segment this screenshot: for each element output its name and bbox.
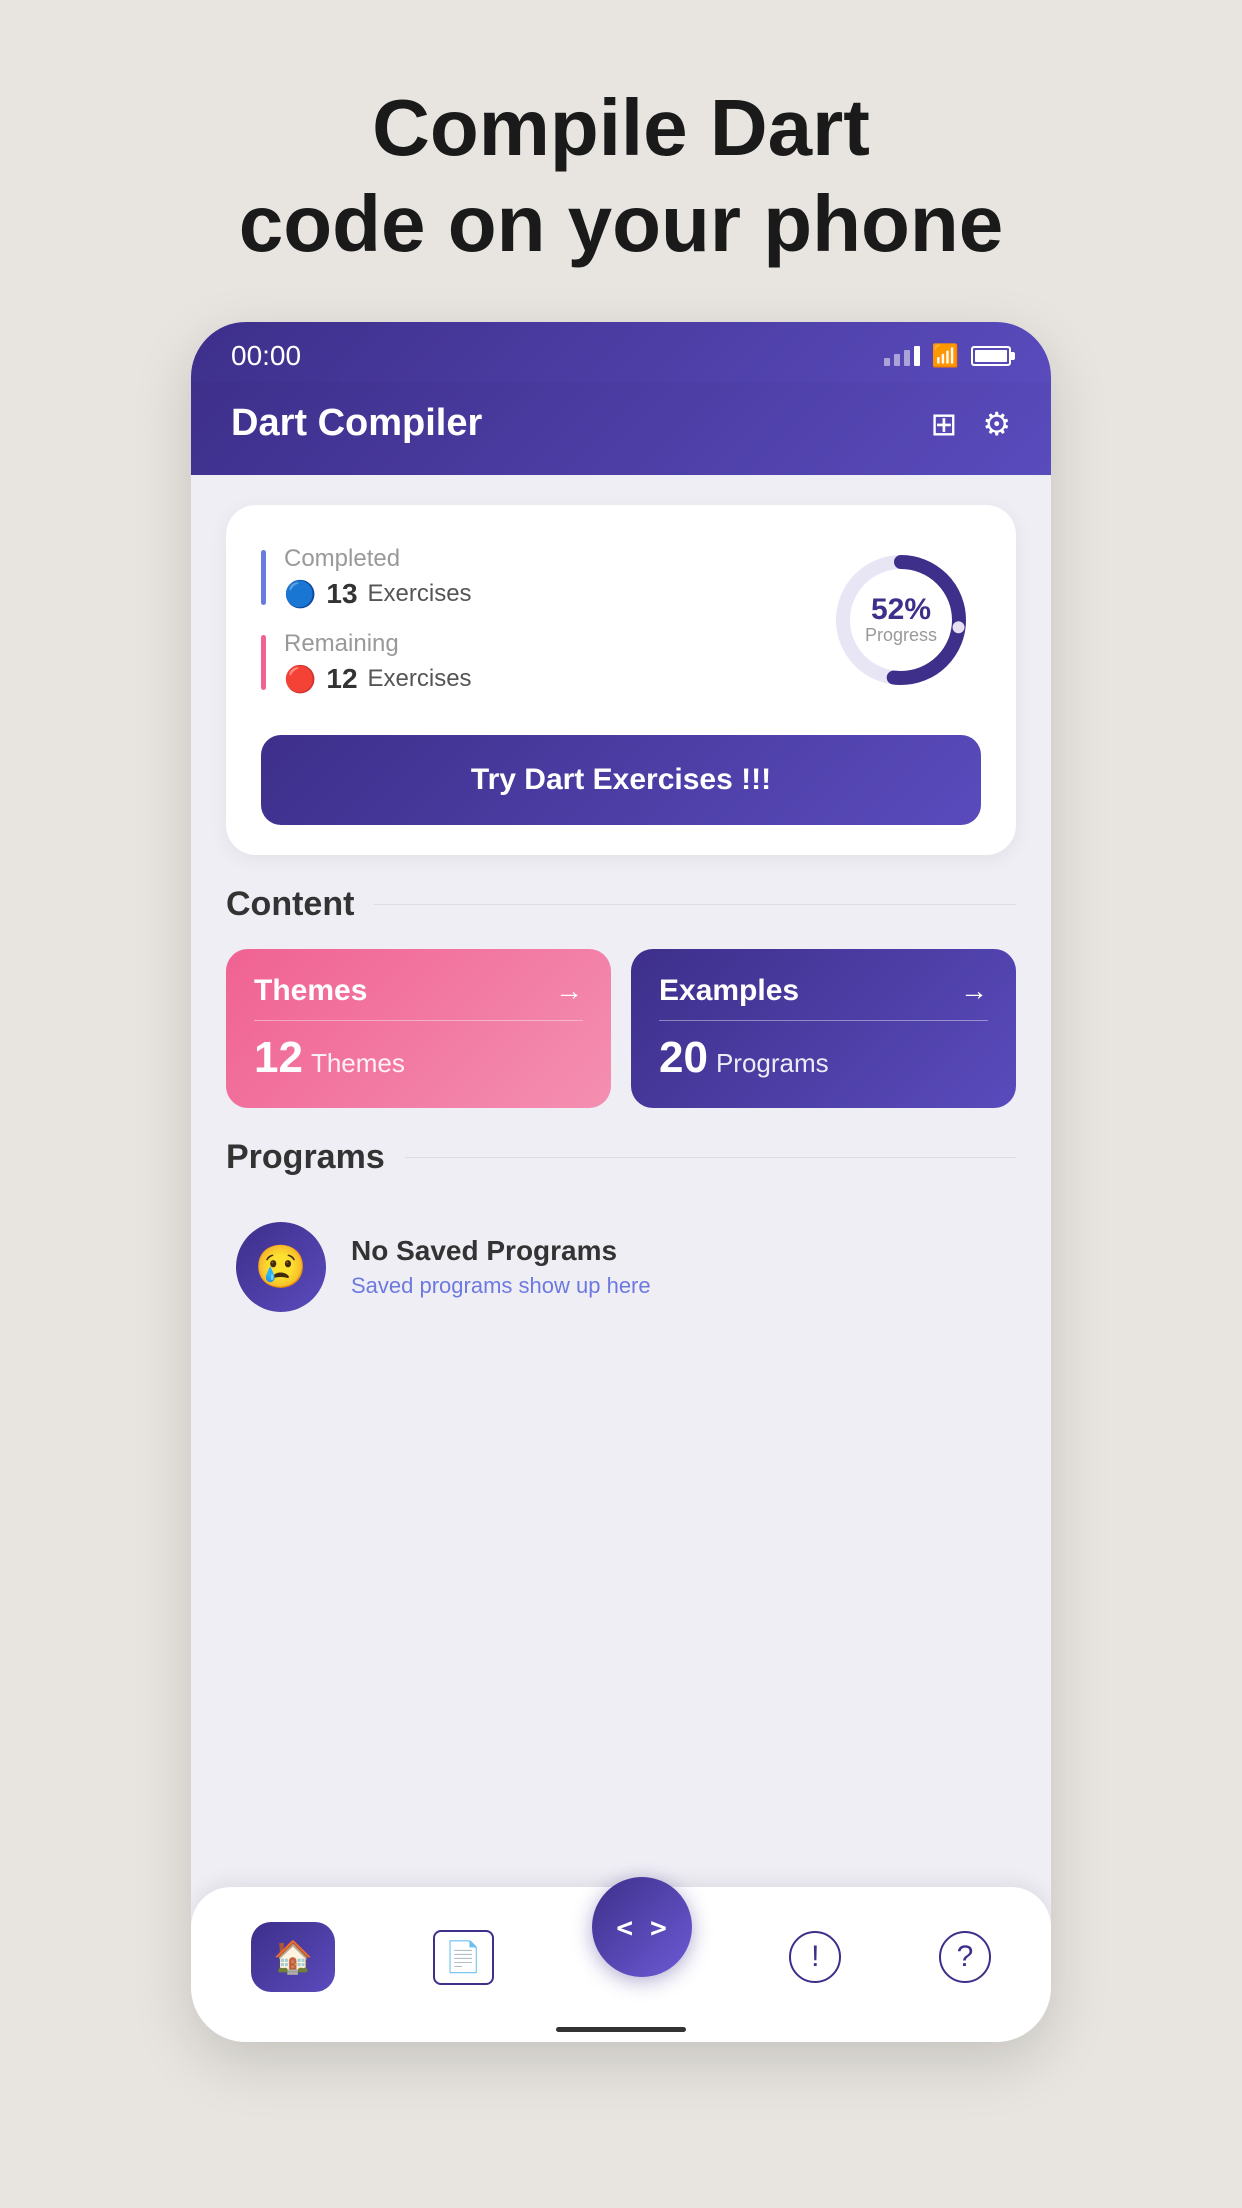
content-grid: Themes → 12 Themes Examples → 20 Pro [226, 949, 1016, 1108]
donut-chart: 52% Progress [821, 540, 981, 700]
donut-label: Progress [865, 625, 937, 646]
nav-help[interactable]: ? [939, 1931, 991, 1983]
empty-programs-text: No Saved Programs Saved programs show up… [351, 1235, 651, 1299]
wifi-icon: 📶 [932, 343, 959, 369]
try-exercises-button[interactable]: Try Dart Exercises !!! [261, 735, 981, 825]
programs-section: Programs 😢 No Saved Programs Saved progr… [226, 1138, 1016, 1332]
remaining-info: Remaining 🔴 12 Exercises [284, 630, 472, 695]
content-section-title: Content [226, 885, 354, 924]
home-indicator [556, 2027, 686, 2032]
programs-section-title: Programs [226, 1138, 385, 1177]
home-icon: 🏠 [273, 1938, 313, 1976]
no-saved-programs-title: No Saved Programs [351, 1235, 651, 1267]
code-file-icon: 📄 [433, 1930, 494, 1985]
sad-avatar: 😢 [236, 1222, 326, 1312]
help-icon: ? [939, 1931, 991, 1983]
content-section-line [374, 904, 1016, 905]
completed-value: 🔵 13 Exercises [284, 578, 472, 610]
nav-center-compile[interactable]: < > [592, 1877, 692, 1977]
examples-card-title: Examples [659, 974, 799, 1008]
app-header: Dart Compiler ⊞ ⚙ [191, 382, 1051, 475]
status-time: 00:00 [231, 340, 301, 372]
progress-stats: Completed 🔵 13 Exercises Remaining [261, 545, 472, 695]
themes-number: 12 [254, 1033, 303, 1083]
examples-arrow-icon: → [960, 975, 988, 1007]
status-bar: 00:00 📶 [191, 322, 1051, 382]
progress-card: Completed 🔵 13 Exercises Remaining [226, 505, 1016, 855]
no-saved-programs-subtitle: Saved programs show up here [351, 1273, 651, 1299]
nav-info[interactable]: ! [789, 1931, 841, 1983]
remaining-icon: 🔴 [284, 664, 316, 695]
completed-stat: Completed 🔵 13 Exercises [261, 545, 472, 610]
header-icons: ⊞ ⚙ [931, 405, 1012, 443]
page-title-area: Compile Dart code on your phone [239, 80, 1003, 272]
completed-label: Completed [284, 545, 472, 573]
app-title: Dart Compiler [231, 402, 482, 445]
settings-icon[interactable]: ⚙ [982, 405, 1011, 443]
themes-arrow-icon: → [555, 975, 583, 1007]
content-section-header: Content [226, 885, 1016, 924]
page-title-line1: Compile Dart code on your phone [239, 80, 1003, 272]
programs-section-header: Programs [226, 1138, 1016, 1177]
completed-count: 13 [326, 578, 357, 610]
completed-icon: 🔵 [284, 579, 316, 610]
themes-card[interactable]: Themes → 12 Themes [226, 949, 611, 1108]
phone-mockup: 00:00 📶 Dart Compiler ⊞ ⚙ [191, 322, 1051, 2042]
main-content: Completed 🔵 13 Exercises Remaining [191, 475, 1051, 1362]
completed-border [261, 550, 266, 605]
themes-divider [254, 1020, 583, 1021]
progress-top: Completed 🔵 13 Exercises Remaining [261, 540, 981, 700]
status-icons: 📶 [884, 343, 1011, 369]
bottom-nav: 🏠 📄 < > ! ? [191, 1887, 1051, 2042]
examples-count: 20 Programs [659, 1033, 988, 1083]
themes-count: 12 Themes [254, 1033, 583, 1083]
grid-icon[interactable]: ⊞ [931, 405, 958, 443]
battery-icon [971, 346, 1011, 366]
examples-card[interactable]: Examples → 20 Programs [631, 949, 1016, 1108]
examples-divider [659, 1020, 988, 1021]
empty-programs: 😢 No Saved Programs Saved programs show … [226, 1202, 1016, 1332]
examples-card-header: Examples → [659, 974, 988, 1008]
remaining-stat: Remaining 🔴 12 Exercises [261, 630, 472, 695]
examples-unit: Programs [716, 1048, 829, 1079]
compile-icon: < > [616, 1911, 667, 1944]
completed-unit: Exercises [368, 580, 472, 608]
remaining-unit: Exercises [368, 665, 472, 693]
remaining-border [261, 635, 266, 690]
themes-unit: Themes [311, 1048, 405, 1079]
programs-section-line [405, 1157, 1016, 1158]
completed-info: Completed 🔵 13 Exercises [284, 545, 472, 610]
themes-card-header: Themes → [254, 974, 583, 1008]
donut-percent: 52% [865, 595, 937, 625]
nav-code[interactable]: 📄 [433, 1930, 494, 1985]
remaining-label: Remaining [284, 630, 472, 658]
remaining-value: 🔴 12 Exercises [284, 663, 472, 695]
remaining-count: 12 [326, 663, 357, 695]
themes-card-title: Themes [254, 974, 367, 1008]
info-icon: ! [789, 1931, 841, 1983]
signal-icon [884, 346, 920, 366]
nav-home[interactable]: 🏠 [251, 1922, 335, 1992]
donut-center: 52% Progress [865, 595, 937, 646]
examples-number: 20 [659, 1033, 708, 1083]
